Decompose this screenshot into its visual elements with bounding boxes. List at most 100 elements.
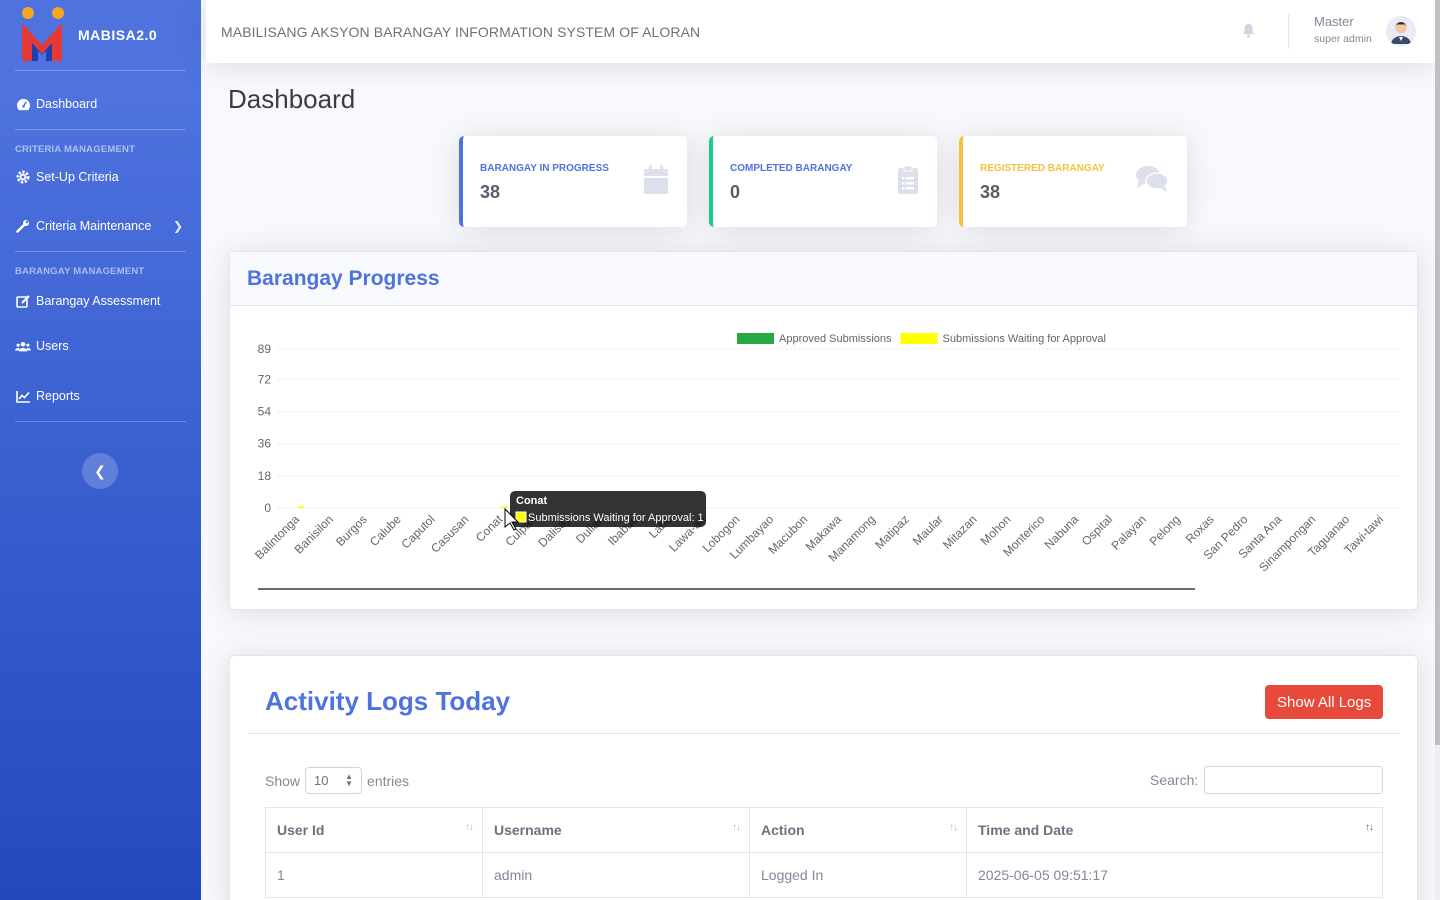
entries-select[interactable]: 10 ▲ ▼ — [305, 767, 363, 794]
gear-icon — [15, 169, 31, 185]
search-input[interactable] — [1204, 766, 1384, 794]
calendar-icon — [643, 165, 669, 200]
barangay-progress-chart[interactable]: Approved Submissions Submissions Waiting … — [230, 306, 1417, 609]
stat-card-completed: COMPLETED BARANGAY 0 — [709, 136, 937, 227]
y-tick-label: 72 — [258, 372, 272, 386]
x-tick-label: Palayan — [1108, 512, 1149, 553]
show-all-logs-button[interactable]: Show All Logs — [1265, 685, 1384, 719]
table-row[interactable]: 1 admin Logged In 2025-06-05 09:51:17 — [265, 852, 1383, 898]
sidebar-item-reports[interactable]: Reports — [0, 371, 201, 421]
sidebar-item-users[interactable]: Users — [0, 321, 201, 371]
page-title: Dashboard — [228, 84, 356, 114]
sort-icon: ↑↓ — [465, 822, 474, 833]
stat-value: 38 — [980, 182, 1001, 202]
cell-user-id: 1 — [265, 852, 483, 898]
sort-icon: ↑↓ — [732, 822, 741, 833]
clipboard-list-icon — [897, 165, 919, 200]
tachometer-icon — [15, 96, 31, 112]
user-menu[interactable]: Master super admin — [1314, 14, 1372, 45]
sidebar-item-label: Set-Up Criteria — [36, 170, 119, 184]
cell-username: admin — [482, 852, 750, 898]
sidebar-item-label: Users — [36, 339, 69, 353]
sidebar: MABISA2.0 Dashboard CRITERIA MANAGEMENT … — [0, 0, 201, 900]
tooltip-text: Submissions Waiting for Approval: 1 — [528, 512, 704, 524]
sidebar-heading-criteria: CRITERIA MANAGEMENT — [15, 144, 136, 155]
sidebar-item-dashboard[interactable]: Dashboard — [0, 79, 201, 129]
entries-value: 10 — [314, 773, 329, 788]
activity-logs-table: User Id ↑↓ Username ↑↓ Action ↑↓ Time and D… — [265, 807, 1383, 898]
divider — [248, 733, 1400, 734]
x-tick-label: Conat — [473, 512, 506, 545]
column-header-action[interactable]: Action ↑↓ — [749, 807, 967, 853]
legend-label: Submissions Waiting for Approval — [943, 333, 1106, 345]
card-header: Barangay Progress — [230, 252, 1417, 306]
cell-time-date: 2025-06-05 09:51:17 — [966, 852, 1383, 898]
user-name: Master — [1314, 14, 1354, 29]
sidebar-item-label: Dashboard — [36, 97, 98, 111]
user-role: super admin — [1314, 33, 1372, 45]
users-icon — [15, 338, 31, 354]
sort-icon: ↑↓ — [949, 822, 958, 833]
legend-swatch — [737, 333, 774, 344]
legend-swatch — [900, 333, 938, 344]
legend-label: Approved Submissions — [779, 333, 892, 345]
y-tick-label: 54 — [258, 405, 272, 419]
select-arrows-icon: ▲ ▼ — [345, 772, 354, 788]
x-tick-label: Nabuna — [1042, 512, 1082, 552]
tooltip-title: Conat — [516, 495, 548, 507]
cell-action: Logged In — [749, 852, 967, 898]
show-label: Show — [265, 772, 301, 789]
x-tick-label: Casusan — [428, 512, 471, 555]
sidebar-item-label: Criteria Maintenance — [36, 219, 152, 233]
column-header-user-id[interactable]: User Id ↑↓ — [265, 807, 483, 853]
page-scrollbar[interactable] — [1435, 0, 1440, 900]
column-header-time-date[interactable]: Time and Date ↑↓ — [966, 807, 1383, 853]
table-header-row: User Id ↑↓ Username ↑↓ Action ↑↓ Time and D… — [265, 807, 1383, 853]
x-tick-label: Mitazan — [940, 512, 980, 552]
brand-logo — [20, 3, 66, 61]
sidebar-item-barangay-assessment[interactable]: Barangay Assessment — [0, 281, 201, 321]
sidebar-item-label: Reports — [36, 389, 80, 403]
logs-title: Activity Logs Today — [265, 686, 511, 716]
y-tick-label: 89 — [258, 342, 272, 356]
x-tick-label: Calube — [367, 512, 404, 549]
barangay-progress-card: Barangay Progress Approved Submissions Su… — [229, 251, 1418, 610]
y-tick-label: 36 — [258, 437, 272, 451]
y-tick-label: 0 — [264, 501, 271, 515]
brand-name: MABISA2.0 — [78, 27, 158, 43]
topbar: MABILISANG AKSYON BARANGAY INFORMATION S… — [206, 0, 1435, 63]
line-chart-icon — [15, 388, 31, 404]
topbar-divider — [1288, 14, 1289, 49]
chevron-right-icon: ❯ — [172, 219, 183, 233]
column-header-username[interactable]: Username ↑↓ — [482, 807, 750, 853]
show-entries-control: Show 10 ▲ ▼ entries — [265, 767, 409, 794]
edit-icon — [15, 293, 31, 309]
comments-icon — [1135, 165, 1169, 198]
avatar[interactable] — [1386, 16, 1416, 46]
x-tick-label: Matipaz — [872, 512, 912, 552]
entries-label: entries — [367, 772, 410, 789]
stat-card-in-progress: BARANGAY IN PROGRESS 38 — [459, 136, 687, 227]
sidebar-item-setup-criteria[interactable]: Set-Up Criteria — [0, 159, 201, 195]
search-control: Search: — [1150, 766, 1384, 794]
wrench-icon — [15, 218, 31, 234]
x-tick-label: Pelong — [1147, 512, 1183, 548]
sidebar-brand[interactable]: MABISA2.0 — [0, 0, 201, 70]
stat-label: REGISTERED BARANGAY — [980, 163, 1105, 174]
sidebar-toggle-button[interactable]: ❮ — [82, 453, 118, 489]
search-label: Search: — [1150, 772, 1199, 788]
system-title: MABILISANG AKSYON BARANGAY INFORMATION S… — [221, 23, 701, 40]
sidebar-item-criteria-maintenance[interactable]: Criteria Maintenance ❯ — [0, 201, 201, 251]
stat-value: 38 — [480, 182, 501, 202]
bell-icon[interactable] — [1242, 23, 1255, 43]
tooltip-swatch — [515, 511, 527, 523]
stat-label: COMPLETED BARANGAY — [730, 163, 853, 174]
stat-value: 0 — [730, 182, 741, 202]
x-tick-label: Burgos — [333, 512, 370, 549]
stat-label: BARANGAY IN PROGRESS — [480, 163, 609, 174]
bar — [501, 506, 508, 509]
x-tick-label: Balintonga — [252, 512, 302, 562]
bar — [298, 506, 304, 509]
card-title: Barangay Progress — [247, 266, 440, 290]
stat-card-registered: REGISTERED BARANGAY 38 — [959, 136, 1187, 227]
